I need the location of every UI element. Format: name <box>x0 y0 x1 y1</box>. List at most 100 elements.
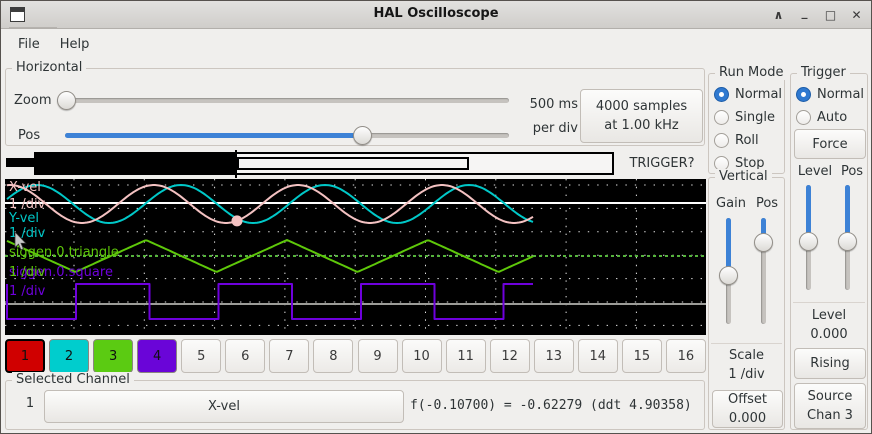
channel-button-11[interactable]: 11 <box>446 339 486 373</box>
vertical-divider <box>711 343 782 344</box>
vertical-pos-slider[interactable] <box>754 218 773 324</box>
scope-channel-label: 1 /div <box>9 265 46 280</box>
close-button[interactable]: ✕ <box>848 6 865 24</box>
menu-bar: File Help <box>2 30 870 58</box>
channel-button-8[interactable]: 8 <box>313 339 353 373</box>
vertical-pos-thumb[interactable] <box>754 233 773 252</box>
radio-option-normal[interactable]: Normal <box>796 83 865 106</box>
selected-sample-marker <box>232 215 243 226</box>
selected-channel-number: 1 <box>18 396 42 411</box>
scope-channel-label: X-vel <box>9 180 41 195</box>
trigger-level-label: Level <box>795 164 835 179</box>
channel-button-10[interactable]: 10 <box>402 339 442 373</box>
channel-button-15[interactable]: 15 <box>622 339 662 373</box>
trigger-pos-slider[interactable] <box>838 185 857 290</box>
scope-channel-label: Y-vel <box>8 211 39 226</box>
horizontal-zoom-slider[interactable] <box>57 91 509 110</box>
selected-channel-name-button[interactable]: X-vel <box>44 390 404 423</box>
channel-button-13[interactable]: 13 <box>534 339 574 373</box>
record-bar-fill <box>36 154 237 173</box>
pos-label: Pos <box>18 128 40 143</box>
radio-icon-normal[interactable] <box>714 87 729 102</box>
trigger-status-label: TRIGGER? <box>621 156 703 171</box>
vertical-pos-label: Pos <box>753 196 781 211</box>
vertical-gain-label: Gain <box>713 196 749 211</box>
maximize-button[interactable]: □ <box>822 6 839 24</box>
radio-label: Roll <box>735 133 759 148</box>
record-bar-stub <box>6 158 34 167</box>
trigger-edge-button[interactable]: Rising <box>794 348 866 379</box>
radio-icon-single[interactable] <box>714 110 729 125</box>
trigger-level-readout-value: 0.000 <box>791 327 867 342</box>
vertical-scale-value: 1 /div <box>709 367 784 382</box>
radio-icon-normal[interactable] <box>796 87 811 102</box>
radio-option-auto[interactable]: Auto <box>796 106 865 129</box>
sample-rate-text: 500 ms per div <box>516 93 578 141</box>
channel-button-5[interactable]: 5 <box>181 339 221 373</box>
selected-channel-group: Selected Channel 1 X-vel f(-0.10700) = -… <box>5 380 705 430</box>
scope-canvas[interactable]: X-vel1 /divY-vel1 /divsiggen.0.triangles… <box>5 179 706 335</box>
zoom-slider-thumb[interactable] <box>57 91 76 110</box>
record-bar-pending <box>237 157 469 170</box>
trigger-pos-thumb[interactable] <box>838 232 857 251</box>
horizontal-pos-slider[interactable] <box>65 126 509 145</box>
scope-channel-label: 1 /div <box>9 226 46 241</box>
run-mode-group: Run Mode NormalSingleRollStop <box>708 73 785 174</box>
radio-label: Single <box>735 110 775 125</box>
horizontal-group-label: Horizontal <box>12 60 86 75</box>
vertical-gain-slider[interactable] <box>719 218 738 324</box>
vertical-offset-button[interactable]: Offset 0.000 <box>712 390 783 428</box>
trigger-pos-label: Pos <box>839 164 865 179</box>
pos-slider-thumb[interactable] <box>353 126 372 145</box>
zoom-label: Zoom <box>14 93 51 108</box>
minimize-button[interactable]: _ <box>796 6 813 24</box>
window-title: HAL Oscilloscope <box>1 6 871 21</box>
channel-button-6[interactable]: 6 <box>225 339 265 373</box>
channel-button-12[interactable]: 12 <box>490 339 530 373</box>
radio-icon-roll[interactable] <box>714 133 729 148</box>
channel-button-14[interactable]: 14 <box>578 339 618 373</box>
radio-label: Normal <box>735 87 782 102</box>
selected-channel-group-label: Selected Channel <box>12 372 134 387</box>
selected-channel-readout: f(-0.10700) = -0.62279 (ddt 4.90358) <box>410 398 692 413</box>
menu-help[interactable]: Help <box>50 33 100 56</box>
scope-channel-label: 1 /div <box>9 197 46 212</box>
waveform-siggen.0.square <box>7 284 533 319</box>
channel-button-3[interactable]: 3 <box>93 339 133 373</box>
radio-label: Auto <box>817 110 847 125</box>
vertical-gain-thumb[interactable] <box>719 266 738 285</box>
channel-button-row: 12345678910111213141516 <box>5 339 706 373</box>
vertical-group: Vertical Gain Pos Scale 1 /div Offset 0.… <box>708 177 785 430</box>
channel-button-7[interactable]: 7 <box>269 339 309 373</box>
trigger-group-label: Trigger <box>797 65 850 80</box>
radio-option-normal[interactable]: Normal <box>714 83 782 106</box>
channel-button-16[interactable]: 16 <box>666 339 706 373</box>
record-progress-bar <box>34 152 614 175</box>
radio-option-single[interactable]: Single <box>714 106 782 129</box>
channel-button-4[interactable]: 4 <box>137 339 177 373</box>
trigger-group: Trigger NormalAuto Force Level Pos Level… <box>790 73 868 430</box>
trigger-level-thumb[interactable] <box>799 232 818 251</box>
trigger-force-button[interactable]: Force <box>794 129 866 159</box>
trigger-level-slider[interactable] <box>799 185 818 290</box>
trigger-divider <box>793 302 865 303</box>
scope-channel-label: siggen.0.triangle <box>9 245 119 260</box>
radio-option-roll[interactable]: Roll <box>714 129 782 152</box>
channel-button-9[interactable]: 9 <box>358 339 398 373</box>
shade-button[interactable]: ∧ <box>770 6 787 24</box>
vertical-group-label: Vertical <box>715 169 772 184</box>
menu-focus-line <box>9 27 57 28</box>
channel-button-1[interactable]: 1 <box>5 339 45 373</box>
menu-file[interactable]: File <box>8 33 50 56</box>
horizontal-group: Horizontal Zoom Pos 500 ms per div 4000 … <box>5 68 705 146</box>
scope-display[interactable]: X-vel1 /divY-vel1 /divsiggen.0.triangles… <box>5 179 706 335</box>
vertical-scale-label: Scale <box>709 348 784 363</box>
channel-button-2[interactable]: 2 <box>49 339 89 373</box>
radio-icon-auto[interactable] <box>796 110 811 125</box>
app-window: HAL Oscilloscope ∧ _ □ ✕ File Help Horiz… <box>0 0 872 434</box>
scope-channel-label: 1 /div <box>9 284 46 299</box>
trigger-source-button[interactable]: Source Chan 3 <box>794 383 866 429</box>
record-length-button[interactable]: 4000 samples at 1.00 kHz <box>580 89 703 143</box>
run-mode-group-label: Run Mode <box>715 65 787 80</box>
window-controls: ∧ _ □ ✕ <box>770 1 865 29</box>
